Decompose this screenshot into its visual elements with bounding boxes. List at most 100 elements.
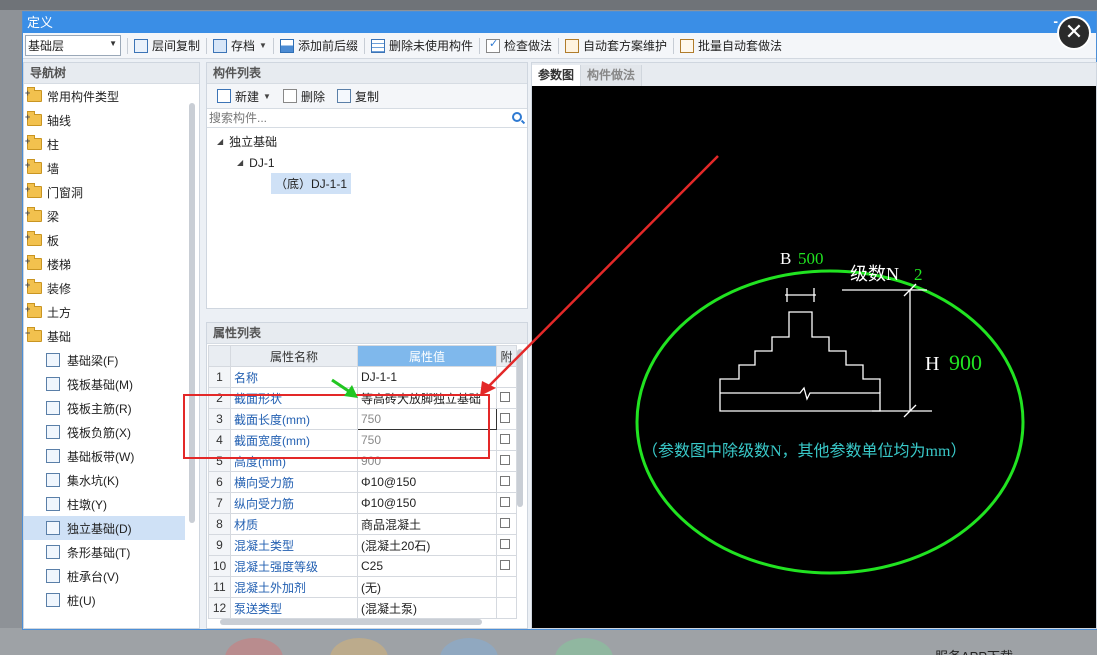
nav-folder-decoration[interactable]: 装修 xyxy=(24,276,199,300)
attach-checkbox[interactable] xyxy=(500,497,510,507)
nav-item-sump-pit[interactable]: 集水坑(K) xyxy=(24,468,199,492)
nav-folder-earthwork[interactable]: 土方 xyxy=(24,300,199,324)
nav-folder-common[interactable]: 常用构件类型 xyxy=(24,84,199,108)
nav-item-raft-negative-rebar[interactable]: 筏板负筋(X) xyxy=(24,420,199,444)
delete-component-button[interactable]: 删除 xyxy=(277,88,331,105)
sump-pit-icon xyxy=(46,473,60,487)
check-method-button[interactable]: 检查做法 xyxy=(480,35,558,57)
property-value[interactable]: (混凝土泵) xyxy=(357,597,497,619)
table-row[interactable]: 8 材质 商品混凝土 xyxy=(208,513,517,535)
property-header-row: 属性名称 属性值 附 xyxy=(208,345,517,367)
stepped-footing-outline xyxy=(719,311,881,393)
search-icon[interactable] xyxy=(512,112,522,122)
background-download-text: 服务APP下载 xyxy=(935,646,1013,655)
floor-select[interactable]: 基础层 ▼ xyxy=(25,35,121,56)
tree-node-dj-1-1[interactable]: （底）DJ-1-1 xyxy=(207,173,527,194)
nav-folder-beam[interactable]: 梁 xyxy=(24,204,199,228)
attach-checkbox[interactable] xyxy=(500,455,510,465)
copy-between-floors-button[interactable]: 层间复制 xyxy=(128,35,206,57)
attach-checkbox[interactable] xyxy=(500,518,510,528)
property-vertical-scrollbar[interactable] xyxy=(517,345,523,615)
attach-cell[interactable] xyxy=(496,450,517,472)
property-value[interactable]: Φ10@150 xyxy=(357,471,497,493)
auto-scheme-button[interactable]: 自动套方案维护 xyxy=(559,35,673,57)
nav-item-raft-foundation[interactable]: 筏板基础(M) xyxy=(24,372,199,396)
property-value[interactable]: 商品混凝土 xyxy=(357,513,497,535)
nav-item-pile-cap[interactable]: 桩承台(V) xyxy=(24,564,199,588)
nav-item-foundation-strip[interactable]: 基础板带(W) xyxy=(24,444,199,468)
column-header-name[interactable]: 属性名称 xyxy=(230,345,358,367)
nav-folder-label: 基础 xyxy=(47,329,72,344)
attach-cell[interactable] xyxy=(496,471,517,493)
column-header-value[interactable]: 属性值 xyxy=(357,345,497,367)
nav-item-isolated-footing[interactable]: 独立基础(D) xyxy=(24,516,185,540)
property-list-header: 属性列表 xyxy=(207,323,527,344)
nav-folder-slab[interactable]: 板 xyxy=(24,228,199,252)
attach-cell[interactable] xyxy=(496,534,517,556)
table-row[interactable]: 12 泵送类型 (混凝土泵) xyxy=(208,597,517,619)
nav-item-foundation-beam[interactable]: 基础梁(F) xyxy=(24,348,199,372)
nav-item-column-pier[interactable]: 柱墩(Y) xyxy=(24,492,199,516)
tab-component-method[interactable]: 构件做法 xyxy=(581,65,643,86)
attach-checkbox[interactable] xyxy=(500,560,510,570)
check-method-label: 检查做法 xyxy=(503,39,552,53)
attach-checkbox[interactable] xyxy=(500,434,510,444)
table-row[interactable]: 11 混凝土外加剂 (无) xyxy=(208,576,517,598)
attach-cell[interactable] xyxy=(496,555,517,577)
nav-folder-stairs[interactable]: 楼梯 xyxy=(24,252,199,276)
tree-node-dj-1[interactable]: ◢ DJ-1 xyxy=(207,152,527,173)
tab-parameter-diagram[interactable]: 参数图 xyxy=(532,65,582,86)
component-search-input[interactable]: 搜索构件... xyxy=(207,108,527,128)
attach-cell[interactable] xyxy=(496,429,517,451)
nav-item-label: 桩(U) xyxy=(67,593,96,608)
table-row[interactable]: 6 横向受力筋 Φ10@150 xyxy=(208,471,517,493)
attach-checkbox[interactable] xyxy=(500,413,510,423)
nav-folder-openings[interactable]: 门窗洞 xyxy=(24,180,199,204)
copy-component-button[interactable]: 复制 xyxy=(331,88,385,105)
nav-item-pile[interactable]: 桩(U) xyxy=(24,588,199,612)
attach-checkbox[interactable] xyxy=(500,476,510,486)
table-row[interactable]: 9 混凝土类型 (混凝土20石) xyxy=(208,534,517,556)
add-prefix-suffix-button[interactable]: 添加前后缀 xyxy=(274,35,364,57)
batch-auto-method-button[interactable]: 批量自动套做法 xyxy=(674,35,788,57)
new-component-button[interactable]: 新建 ▼ xyxy=(211,88,277,105)
tree-node-isolated-footing[interactable]: ◢ 独立基础 xyxy=(207,131,527,152)
property-value[interactable]: DJ-1-1 xyxy=(357,366,497,388)
delete-unused-button[interactable]: 删除未使用构件 xyxy=(365,35,479,57)
nav-folder-foundation[interactable]: 基础 xyxy=(24,324,199,348)
value-n: 2 xyxy=(914,265,923,284)
close-button[interactable]: ✕ xyxy=(1057,16,1091,50)
nav-folder-axis[interactable]: 轴线 xyxy=(24,108,199,132)
archive-button[interactable]: 存档 ▼ xyxy=(207,35,273,57)
property-value[interactable]: Φ10@150 xyxy=(357,492,497,514)
diagram-tabs: 参数图 构件做法 xyxy=(532,63,1096,86)
attach-cell[interactable] xyxy=(496,513,517,535)
folder-icon xyxy=(25,255,42,270)
table-row[interactable]: 10 混凝土强度等级 C25 xyxy=(208,555,517,577)
attach-cell xyxy=(496,597,517,619)
raft-main-rebar-icon xyxy=(46,401,60,415)
column-header-attach[interactable]: 附 xyxy=(496,345,517,367)
nav-item-strip-footing[interactable]: 条形基础(T) xyxy=(24,540,199,564)
tree-node-label: DJ-1 xyxy=(249,155,275,170)
nav-scrollbar[interactable] xyxy=(189,103,195,523)
folder-icon xyxy=(25,135,42,150)
isolated-footing-icon xyxy=(46,521,60,535)
scrollbar-thumb[interactable] xyxy=(220,619,482,625)
property-value[interactable]: C25 xyxy=(357,555,497,577)
table-row[interactable]: 7 纵向受力筋 Φ10@150 xyxy=(208,492,517,514)
property-value[interactable]: (混凝土20石) xyxy=(357,534,497,556)
attach-cell[interactable] xyxy=(496,492,517,514)
attach-checkbox[interactable] xyxy=(500,392,510,402)
attach-cell[interactable] xyxy=(496,408,517,430)
nav-folder-wall[interactable]: 墙 xyxy=(24,156,199,180)
property-horizontal-scrollbar[interactable] xyxy=(210,618,510,626)
nav-folder-column[interactable]: 柱 xyxy=(24,132,199,156)
nav-item-raft-main-rebar[interactable]: 筏板主筋(R) xyxy=(24,396,199,420)
attach-cell[interactable] xyxy=(496,387,517,409)
attach-checkbox[interactable] xyxy=(500,539,510,549)
table-row[interactable]: 1 名称 DJ-1-1 xyxy=(208,366,517,388)
nav-folder-label: 墙 xyxy=(47,161,60,176)
property-value[interactable]: (无) xyxy=(357,576,497,598)
scrollbar-thumb[interactable] xyxy=(517,349,523,507)
